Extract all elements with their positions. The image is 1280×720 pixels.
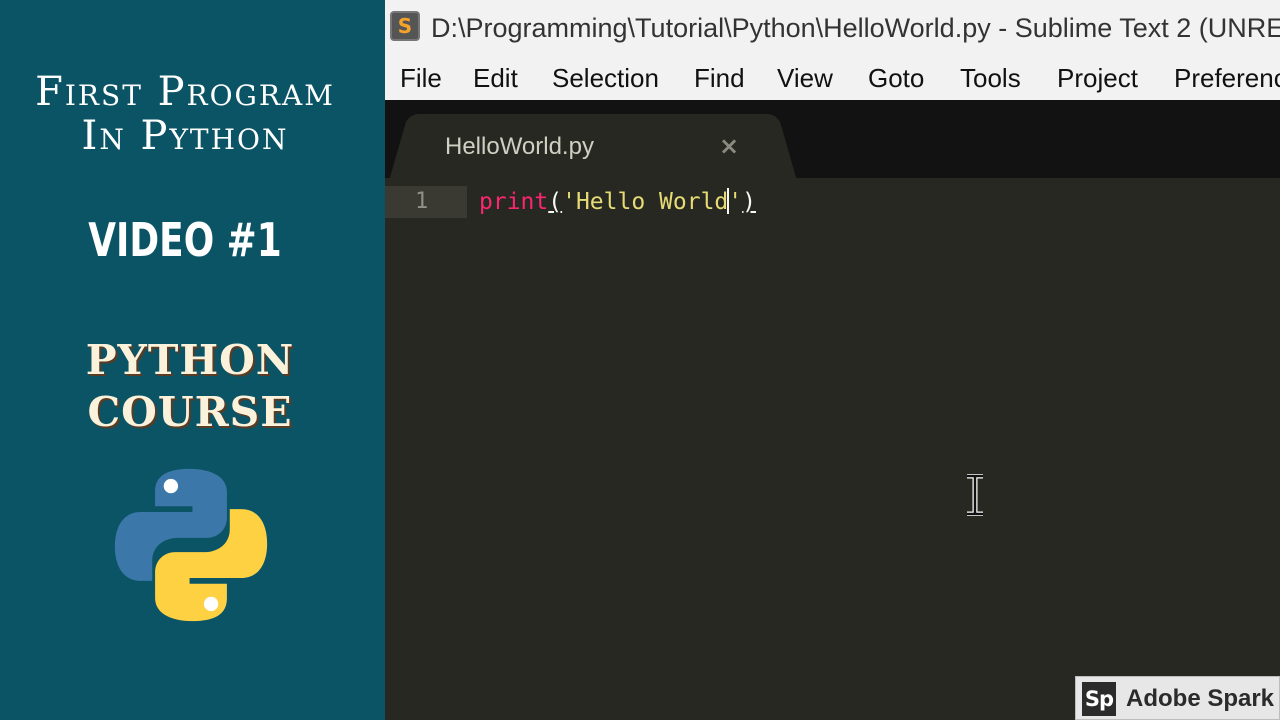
- line-number: 1: [415, 189, 429, 214]
- code-string-after-cursor: ': [728, 189, 743, 215]
- text-ibeam-cursor-icon: [967, 474, 983, 516]
- code-line[interactable]: print('Hello World'): [479, 186, 756, 218]
- watermark-text: Adobe Spark: [1126, 685, 1275, 712]
- code-paren-open: (: [548, 189, 563, 215]
- code-editor[interactable]: 1 print('Hello World'): [385, 178, 1280, 720]
- menu-tools[interactable]: Tools: [960, 60, 1021, 96]
- code-string-before-cursor: 'Hello World: [562, 189, 729, 215]
- promo-title-line2: In Python: [81, 113, 289, 159]
- promo-title: First Program In Python: [0, 70, 370, 158]
- code-function: print: [479, 189, 549, 215]
- menu-bar: File Edit Selection Find View Goto Tools…: [385, 56, 1280, 100]
- promo-title-line1: First Program: [35, 69, 335, 115]
- tab-helloworld[interactable]: HelloWorld.py ×: [411, 114, 775, 178]
- sublime-editor-window: D:\Programming\Tutorial\Python\HelloWorl…: [385, 0, 1280, 720]
- menu-edit[interactable]: Edit: [473, 60, 518, 96]
- code-string: 'Hello World': [562, 188, 743, 215]
- sublime-text-icon[interactable]: [390, 11, 420, 41]
- python-logo-yellow-eye: [203, 596, 219, 612]
- menu-file[interactable]: File: [400, 60, 442, 96]
- python-logo-icon: [114, 468, 268, 622]
- adobe-spark-watermark: Sp Adobe Spark: [1075, 676, 1280, 720]
- title-bar[interactable]: D:\Programming\Tutorial\Python\HelloWorl…: [385, 0, 1280, 56]
- menu-goto[interactable]: Goto: [868, 60, 924, 96]
- code-paren-close: ): [742, 189, 756, 215]
- python-logo-blue-eye: [163, 478, 179, 494]
- tab-strip: HelloWorld.py ×: [385, 100, 1280, 178]
- menu-view[interactable]: View: [777, 60, 833, 96]
- window-title: D:\Programming\Tutorial\Python\HelloWorl…: [431, 13, 1280, 43]
- menu-preferences[interactable]: Preferences: [1174, 60, 1280, 96]
- tab-label: HelloWorld.py: [445, 133, 594, 160]
- video-number: VIDEO #1: [88, 213, 282, 267]
- menu-project[interactable]: Project: [1057, 60, 1138, 96]
- adobe-spark-logo-icon: Sp: [1082, 682, 1116, 716]
- course-name: PYTHON COURSE: [85, 336, 295, 436]
- promo-panel: First Program In Python VIDEO #1 PYTHON …: [0, 0, 385, 720]
- menu-find[interactable]: Find: [694, 60, 745, 96]
- menu-selection[interactable]: Selection: [552, 60, 659, 96]
- close-icon[interactable]: ×: [719, 131, 739, 161]
